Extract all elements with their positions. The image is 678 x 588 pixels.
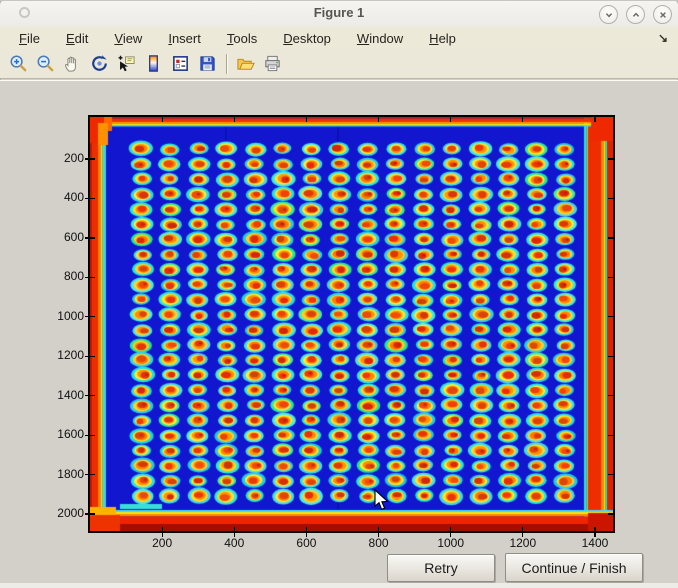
tick-mark: [608, 356, 615, 357]
tick-mark: [85, 474, 95, 475]
x-tick-label: 1200: [498, 536, 548, 550]
colorbar-icon: [144, 54, 163, 73]
x-tick-label: 800: [354, 536, 404, 550]
open-file-button[interactable]: [232, 51, 259, 77]
tick-mark: [85, 316, 95, 317]
open-folder-icon: [236, 54, 255, 73]
y-tick-label: 1600: [38, 427, 84, 441]
y-tick-label: 400: [38, 190, 84, 204]
tick-mark: [522, 117, 523, 122]
titlebar[interactable]: Figure 1: [0, 1, 678, 28]
printer-icon: [263, 54, 282, 73]
y-tick-label: 600: [38, 230, 84, 244]
tick-mark: [608, 237, 615, 238]
toolbar-separator: [226, 54, 227, 74]
minimize-button[interactable]: [599, 5, 618, 24]
data-cursor-icon: [117, 54, 136, 73]
y-tick-label: 1200: [38, 348, 84, 362]
x-tick-label: 1000: [426, 536, 476, 550]
insert-legend-button[interactable]: [167, 51, 194, 77]
plot-axes[interactable]: [88, 115, 615, 533]
window-title: Figure 1: [0, 5, 678, 20]
y-tick-label: 1800: [38, 467, 84, 481]
figure-toolbar: [0, 49, 678, 79]
x-tick-label: 1400: [570, 536, 620, 550]
tick-mark: [608, 277, 615, 278]
window-controls: [599, 5, 672, 24]
menu-view[interactable]: View: [107, 29, 149, 48]
menu-insert[interactable]: Insert: [161, 29, 208, 48]
menu-help[interactable]: Help: [422, 29, 463, 48]
tick-mark: [85, 158, 95, 159]
hand-icon: [63, 54, 82, 73]
retry-button[interactable]: Retry: [387, 554, 495, 582]
rotate-3d-button[interactable]: [86, 51, 113, 77]
tick-mark: [608, 474, 615, 475]
menubar: File Edit View Insert Tools Desktop Wind…: [0, 27, 678, 49]
zoom-out-icon: [36, 54, 55, 73]
tick-mark: [234, 117, 235, 122]
tick-mark: [85, 395, 95, 396]
zoom-out-button[interactable]: [32, 51, 59, 77]
continue-finish-button[interactable]: Continue / Finish: [505, 553, 643, 582]
y-tick-label: 800: [38, 269, 84, 283]
tick-mark: [85, 277, 95, 278]
tick-mark: [85, 356, 95, 357]
tick-mark: [608, 316, 615, 317]
tick-mark: [608, 198, 615, 199]
save-icon: [198, 54, 217, 73]
pan-button[interactable]: [59, 51, 86, 77]
zoom-in-button[interactable]: [5, 51, 32, 77]
zoom-in-icon: [9, 54, 28, 73]
save-figure-button[interactable]: [194, 51, 221, 77]
tick-mark: [608, 158, 615, 159]
menu-tools[interactable]: Tools: [220, 29, 264, 48]
x-tick-label: 400: [209, 536, 259, 550]
menu-window[interactable]: Window: [350, 29, 410, 48]
tick-mark: [450, 117, 451, 122]
tick-mark: [608, 395, 615, 396]
menu-edit[interactable]: Edit: [59, 29, 95, 48]
figure-window: Figure 1 File Edit View Insert Tools Des…: [0, 0, 678, 588]
tick-mark: [85, 198, 95, 199]
mouse-cursor: [374, 489, 390, 511]
y-tick-label: 1400: [38, 388, 84, 402]
tick-mark: [85, 237, 95, 238]
menu-desktop[interactable]: Desktop: [276, 29, 338, 48]
y-tick-label: 1000: [38, 309, 84, 323]
tick-mark: [608, 435, 615, 436]
chevron-down-icon: [604, 10, 614, 20]
data-cursor-button[interactable]: [113, 51, 140, 77]
print-figure-button[interactable]: [259, 51, 286, 77]
menu-file[interactable]: File: [12, 29, 47, 48]
microarray-image[interactable]: [90, 117, 613, 531]
tick-mark: [306, 117, 307, 122]
insert-colorbar-button[interactable]: [140, 51, 167, 77]
tick-mark: [85, 435, 95, 436]
chevron-up-icon: [631, 10, 641, 20]
x-tick-label: 200: [137, 536, 187, 550]
close-button[interactable]: [653, 5, 672, 24]
tick-mark: [378, 117, 379, 122]
tick-mark: [594, 117, 595, 122]
y-tick-label: 2000: [38, 506, 84, 520]
window-bottom-edge: [0, 583, 678, 588]
tick-mark: [162, 117, 163, 122]
dock-figure-icon[interactable]: ↘: [658, 31, 668, 45]
y-tick-label: 200: [38, 151, 84, 165]
rotate-3d-icon: [90, 54, 109, 73]
maximize-button[interactable]: [626, 5, 645, 24]
tick-mark: [608, 513, 615, 514]
x-tick-label: 600: [281, 536, 331, 550]
legend-icon: [171, 54, 190, 73]
close-icon: [658, 10, 668, 20]
tick-mark: [85, 513, 95, 514]
